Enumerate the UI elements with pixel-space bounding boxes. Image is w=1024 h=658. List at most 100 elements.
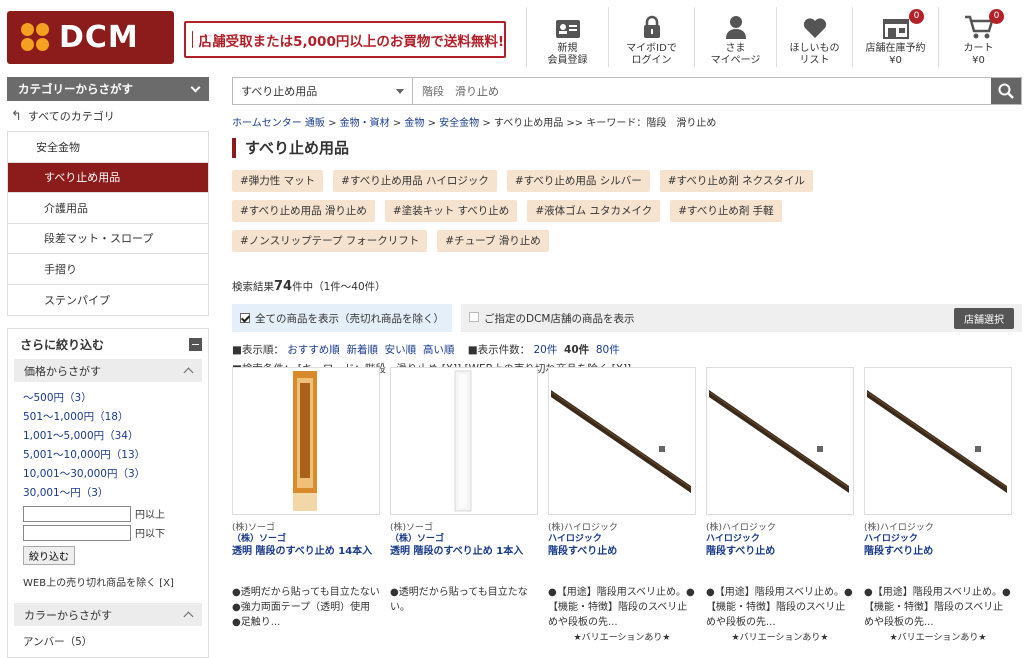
product-brand[interactable]: （株）ソーゴ bbox=[232, 534, 380, 545]
product-brand[interactable]: ハイロジック bbox=[706, 534, 854, 545]
product-name[interactable]: 階段すべり止め bbox=[706, 545, 854, 585]
filter-store-option[interactable]: ご指定のDCM店舗の商品を表示 店舗選択 bbox=[461, 304, 1022, 332]
product-image[interactable] bbox=[548, 367, 696, 515]
product-card[interactable]: (株)ソーゴ （株）ソーゴ 透明 階段のすべり止め 14本入 ●透明だから貼って… bbox=[232, 367, 390, 630]
store-select-button[interactable]: 店舗選択 bbox=[954, 307, 1014, 329]
dcm-logo[interactable]: DCM bbox=[7, 11, 174, 64]
filter-all-option[interactable]: 全ての商品を表示（売切れ商品を除く） bbox=[232, 304, 452, 332]
breadcrumb-link[interactable]: ホームセンター 通販 bbox=[232, 118, 325, 129]
nav-wishlist[interactable]: ほしいもの リスト bbox=[776, 7, 852, 67]
perpage-80[interactable]: 80件 bbox=[596, 344, 620, 356]
tag-chip[interactable]: #塗装キット すべり止め bbox=[384, 200, 518, 222]
nav-cart[interactable]: 0 カート ¥0 bbox=[938, 7, 1018, 67]
product-name[interactable]: 階段すべり止め bbox=[548, 545, 696, 585]
product-card[interactable]: (株)ハイロジック ハイロジック 階段すべり止め ●【用途】階段用スベリ止め。●… bbox=[706, 367, 854, 643]
product-name[interactable]: 透明 階段のすべり止め 1本入 bbox=[390, 545, 538, 585]
product-brand[interactable]: ハイロジック bbox=[864, 534, 1012, 545]
product-maker: (株)ハイロジック bbox=[548, 523, 618, 533]
price-max-input[interactable] bbox=[23, 524, 131, 541]
exclude-soldout-link[interactable]: WEB上の売り切れ商品を除く [X] bbox=[14, 565, 202, 589]
product-image[interactable] bbox=[864, 367, 1012, 515]
nav-wishlist-line2: リスト bbox=[799, 55, 830, 66]
nav-login[interactable]: マイボIDで ログイン bbox=[608, 7, 694, 67]
tag-chip[interactable]: #すべり止め用品 シルバー bbox=[506, 170, 650, 192]
refine-title: さらに絞り込む bbox=[20, 337, 105, 352]
price-min-input[interactable] bbox=[23, 505, 131, 522]
checkbox-unchecked-icon[interactable] bbox=[469, 311, 479, 322]
sort-recommended[interactable]: おすすめ順 bbox=[287, 344, 340, 356]
price-option[interactable]: 30,001〜円（3） bbox=[23, 485, 202, 504]
nav-store-reserve-line1: 店舗在庫予約 bbox=[865, 43, 926, 54]
stock-filter: 全ての商品を表示（売切れ商品を除く） ご指定のDCM店舗の商品を表示 店舗選択 bbox=[232, 304, 1022, 332]
nav-cart-line2: ¥0 bbox=[972, 55, 985, 66]
sort-cheapest[interactable]: 安い順 bbox=[385, 344, 417, 356]
site-header: DCM 店舗受取または5,000円以上のお買物で送料無料! 新規 会員登録 マイ… bbox=[0, 0, 1024, 72]
nav-mypage[interactable]: さま マイページ bbox=[694, 7, 776, 67]
product-image[interactable] bbox=[232, 367, 380, 515]
variation-label: ★バリエーションあり★ bbox=[889, 633, 987, 643]
category-item-anti-slip[interactable]: すべり止め用品 bbox=[8, 162, 208, 193]
product-image[interactable] bbox=[390, 367, 538, 515]
price-option[interactable]: 1,001〜5,000円（34） bbox=[23, 428, 202, 447]
sort-expensive[interactable]: 高い順 bbox=[423, 344, 455, 356]
tag-chip[interactable]: #液体ゴム ユタカメイク bbox=[527, 200, 661, 222]
product-card[interactable]: (株)ソーゴ （株）ソーゴ 透明 階段のすべり止め 1本入 ●透明だから貼っても… bbox=[390, 367, 538, 615]
product-maker: (株)ソーゴ bbox=[390, 523, 434, 533]
search-button[interactable] bbox=[991, 78, 1021, 104]
category-header-label: カテゴリーからさがす bbox=[18, 82, 133, 96]
category-header[interactable]: カテゴリーからさがす bbox=[7, 77, 209, 101]
tag-chip[interactable]: #すべり止め剤 ネクスタイル bbox=[659, 170, 813, 192]
color-list: アンバー（5） bbox=[14, 626, 202, 653]
breadcrumb-link[interactable]: 金物 bbox=[404, 118, 424, 129]
all-categories-link[interactable]: ↰ すべてのカテゴリ bbox=[7, 101, 209, 131]
nav-store-reserve[interactable]: 0 店舗在庫予約 ¥0 bbox=[852, 7, 938, 67]
tag-chip[interactable]: #すべり止め用品 ハイロジック bbox=[333, 170, 497, 192]
color-section-header[interactable]: カラーからさがす bbox=[14, 603, 202, 626]
perpage-40-active: 40件 bbox=[564, 344, 590, 356]
category-item-safety-hardware[interactable]: 安全金物 bbox=[8, 132, 208, 163]
price-section-header[interactable]: 価格からさがす bbox=[14, 359, 202, 382]
product-card[interactable]: (株)ハイロジック ハイロジック 階段すべり止め ●【用途】階段用スベリ止め。●… bbox=[864, 367, 1012, 643]
refine-header[interactable]: さらに絞り込む bbox=[14, 329, 202, 359]
store-reserve-badge: 0 bbox=[909, 9, 924, 24]
price-option[interactable]: 501〜1,000円（18） bbox=[23, 409, 202, 428]
tag-chip[interactable]: #すべり止め用品 滑り止め bbox=[232, 200, 375, 222]
nav-wishlist-line1: ほしいもの bbox=[789, 43, 840, 54]
search-input[interactable]: 階段 滑り止め bbox=[413, 78, 991, 104]
tag-chip[interactable]: #チューブ 滑り止め bbox=[437, 230, 549, 252]
price-range: 円以上 円以下 絞り込む bbox=[14, 504, 202, 565]
chevron-down-icon bbox=[190, 82, 201, 93]
product-card[interactable]: (株)ハイロジック ハイロジック 階段すべり止め ●【用途】階段用スベリ止め。●… bbox=[548, 367, 696, 643]
category-item-step-mat[interactable]: 段差マット・スロープ bbox=[8, 224, 208, 254]
sort-newest[interactable]: 新着順 bbox=[346, 344, 378, 356]
category-item-stainless-pipe[interactable]: ステンパイプ bbox=[8, 285, 208, 316]
search-category-select[interactable]: すべり止め用品 bbox=[233, 78, 413, 104]
product-name[interactable]: 透明 階段のすべり止め 14本入 bbox=[232, 545, 380, 585]
collapse-minus-icon[interactable] bbox=[189, 337, 202, 351]
tag-chip[interactable]: #ノンスリップテープ フォークリフト bbox=[232, 230, 428, 252]
category-item-handrail[interactable]: 手摺り bbox=[8, 254, 208, 285]
result-count-value: 74 bbox=[274, 279, 293, 294]
result-count-prefix: 検索結果 bbox=[232, 281, 274, 293]
tag-chip[interactable]: #すべり止め剤 手軽 bbox=[670, 200, 782, 222]
color-option[interactable]: アンバー（5） bbox=[23, 634, 202, 653]
free-shipping-banner[interactable]: 店舗受取または5,000円以上のお買物で送料無料! bbox=[184, 21, 506, 58]
price-option[interactable]: 5,001〜10,000円（13） bbox=[23, 447, 202, 466]
product-brand[interactable]: ハイロジック bbox=[548, 534, 696, 545]
price-option[interactable]: 10,001〜30,000円（3） bbox=[23, 466, 202, 485]
product-description: ●【用途】階段用スベリ止め。●【機能・特徴】階段のスベリ止めや段板の先... bbox=[864, 587, 1011, 628]
nav-register[interactable]: 新規 会員登録 bbox=[526, 7, 608, 67]
price-option[interactable]: 〜500円（3） bbox=[23, 390, 202, 409]
logo-dots-icon bbox=[21, 22, 51, 53]
product-image[interactable] bbox=[706, 367, 854, 515]
search-icon bbox=[998, 83, 1014, 99]
breadcrumb-link[interactable]: 金物・資材 bbox=[340, 118, 390, 129]
perpage-20[interactable]: 20件 bbox=[533, 344, 557, 356]
checkbox-checked-icon[interactable] bbox=[240, 313, 250, 323]
product-brand[interactable]: （株）ソーゴ bbox=[390, 534, 538, 545]
product-name[interactable]: 階段すべり止め bbox=[864, 545, 1012, 585]
refine-submit-button[interactable]: 絞り込む bbox=[23, 546, 75, 565]
tag-chip[interactable]: #弾力性 マット bbox=[232, 170, 324, 192]
breadcrumb-link[interactable]: 安全金物 bbox=[439, 118, 479, 129]
category-item-care[interactable]: 介護用品 bbox=[8, 193, 208, 224]
